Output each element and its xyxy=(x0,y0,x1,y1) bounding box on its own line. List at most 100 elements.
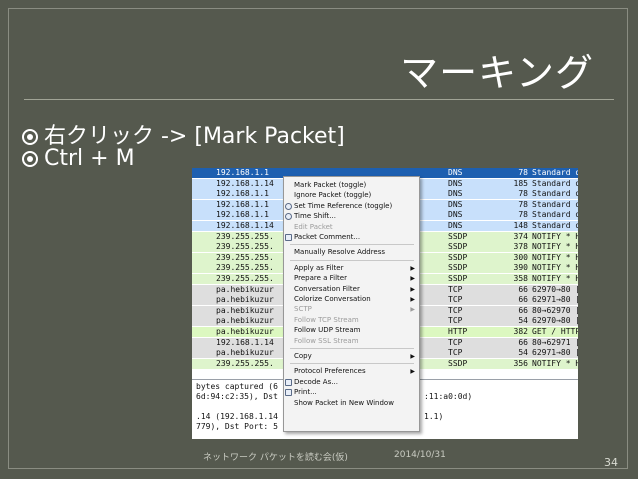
bullet-text: Ctrl + M xyxy=(44,146,135,171)
packet-len-cell: 390 xyxy=(513,263,528,273)
menu-item-follow-tcp-stream: Follow TCP Stream xyxy=(284,315,419,326)
bullet-item: Ctrl + M xyxy=(22,146,135,171)
menu-item-label: Packet Comment... xyxy=(294,233,361,241)
packet-src-cell: 239.255.255. xyxy=(216,263,274,273)
packet-src-cell: pa.hebikuzur xyxy=(216,327,274,336)
packet-src-cell: 239.255.255. xyxy=(216,242,274,252)
packet-src-cell: 192.168.1.14 xyxy=(216,337,274,347)
menu-item-label: Ignore Packet (toggle) xyxy=(294,191,372,200)
menu-item-label: Manually Resolve Address xyxy=(294,248,386,257)
menu-item-apply-as-filter[interactable]: Apply as Filter ▶ xyxy=(284,263,419,274)
packet-proto-cell: TCP xyxy=(448,284,463,294)
menu-item-label: Prepare a Filter xyxy=(294,274,347,283)
submenu-arrow-icon: ▶ xyxy=(410,285,415,293)
clock-icon xyxy=(285,213,292,221)
detail-line: bytes captured (6 xyxy=(196,382,278,391)
packet-info-cell: 62970→80 [SY xyxy=(532,284,578,294)
packet-src-cell: pa.hebikuzur xyxy=(216,316,274,326)
packet-src-cell: pa.hebikuzur xyxy=(216,295,274,305)
packet-len-cell: 66 xyxy=(518,284,528,294)
packet-len-cell: 300 xyxy=(513,252,528,262)
detail-line: 1.1) xyxy=(424,412,444,421)
menu-item-prepare-a-filter[interactable]: Prepare a Filter ▶ xyxy=(284,273,419,284)
packet-len-cell: 78 xyxy=(518,199,528,209)
packet-len-cell: 382 xyxy=(513,327,528,336)
packet-info-cell: Standard que xyxy=(532,210,578,220)
submenu-arrow-icon: ▶ xyxy=(410,368,415,376)
packet-proto-cell: SSDP xyxy=(448,263,468,273)
slide-title: マーキング xyxy=(400,51,594,95)
packet-src-cell: 239.255.255. xyxy=(216,358,274,368)
detail-line: 6d:94:c2:35), Dst xyxy=(196,392,278,401)
menu-item-ignore-packet-toggle[interactable]: Ignore Packet (toggle) xyxy=(284,190,419,201)
page-number: 34 xyxy=(604,456,618,469)
menu-item-copy[interactable]: Copy ▶ xyxy=(284,351,419,362)
detail-line: .14 (192.168.1.14 xyxy=(196,412,278,421)
packet-info-cell: Standard que xyxy=(532,168,578,177)
packet-proto-cell: DNS xyxy=(448,178,463,188)
menu-item-print[interactable]: Print... xyxy=(284,387,419,398)
packet-proto-cell: DNS xyxy=(448,168,463,177)
submenu-arrow-icon: ▶ xyxy=(410,264,415,272)
packet-info-cell: NOTIFY * HTT xyxy=(532,263,578,273)
packet-src-cell: 239.255.255. xyxy=(216,231,274,241)
menu-item-label: Show Packet in New Window xyxy=(294,398,394,407)
menu-item-show-packet-in-new-window[interactable]: Show Packet in New Window xyxy=(284,398,419,409)
packet-len-cell: 78 xyxy=(518,168,528,177)
menu-item-set-time-reference-toggle[interactable]: Set Time Reference (toggle) xyxy=(284,201,419,212)
packet-len-cell: 358 xyxy=(513,274,528,283)
menu-item-label: SCTP xyxy=(294,305,312,314)
menu-item-decode-as[interactable]: Decode As... xyxy=(284,377,419,388)
packet-proto-cell: TCP xyxy=(448,348,463,358)
packet-src-cell: 192.168.1.14 xyxy=(216,221,274,230)
bullet-icon xyxy=(22,129,38,145)
packet-info-cell: NOTIFY * HTT xyxy=(532,358,578,368)
packet-src-cell: 192.168.1.14 xyxy=(216,178,274,188)
menu-item-protocol-preferences[interactable]: Protocol Preferences ▶ xyxy=(284,366,419,377)
menu-item-mark-packet-toggle[interactable]: Mark Packet (toggle) xyxy=(284,180,419,191)
comment-icon xyxy=(285,234,292,241)
detail-line: :11:a0:0d) xyxy=(424,392,473,401)
clock-icon xyxy=(285,202,292,210)
packet-info-cell: NOTIFY * HTT xyxy=(532,242,578,252)
menu-item-follow-udp-stream[interactable]: Follow UDP Stream xyxy=(284,325,419,336)
packet-proto-cell: SSDP xyxy=(448,274,468,283)
packet-proto-cell: DNS xyxy=(448,210,463,220)
packet-len-cell: 374 xyxy=(513,231,528,241)
menu-item-label: Copy xyxy=(294,352,312,360)
menu-item-follow-ssl-stream: Follow SSL Stream xyxy=(284,336,419,347)
packet-info-cell: NOTIFY * HTT xyxy=(532,274,578,283)
menu-separator xyxy=(290,244,414,246)
footer-event: ネットワーク パケットを読む会(仮) xyxy=(203,453,348,463)
packet-info-cell: 62970→80 [AC xyxy=(532,316,578,326)
packet-src-cell: pa.hebikuzur xyxy=(216,305,274,315)
packet-src-cell: pa.hebikuzur xyxy=(216,284,274,294)
packet-info-cell: 80→62971 [SY xyxy=(532,337,578,347)
menu-item-sctp: SCTP ▶ xyxy=(284,304,419,315)
decode-icon xyxy=(285,378,292,386)
submenu-arrow-icon: ▶ xyxy=(410,306,415,314)
menu-item-label: Apply as Filter xyxy=(294,263,344,272)
packet-info-cell: Standard que xyxy=(532,178,578,188)
menu-item-label: Time Shift... xyxy=(294,212,336,221)
packet-len-cell: 66 xyxy=(518,337,528,347)
menu-item-packet-comment[interactable]: Packet Comment... xyxy=(284,232,419,243)
packet-src-cell: 192.168.1.1 xyxy=(216,168,269,177)
menu-item-colorize-conversation[interactable]: Colorize Conversation ▶ xyxy=(284,294,419,305)
packet-len-cell: 148 xyxy=(513,221,528,230)
menu-item-edit-packet: Edit Packet xyxy=(284,222,419,233)
packet-info-cell: 62971→80 [SY xyxy=(532,295,578,305)
packet-proto-cell: SSDP xyxy=(448,358,468,368)
packet-info-cell: Standard que xyxy=(532,199,578,209)
packet-src-cell: 239.255.255. xyxy=(216,274,274,283)
menu-item-time-shift[interactable]: Time Shift... xyxy=(284,211,419,222)
packet-proto-cell: SSDP xyxy=(448,242,468,252)
packet-len-cell: 66 xyxy=(518,305,528,315)
menu-item-label: Edit Packet xyxy=(294,222,333,231)
menu-item-label: Protocol Preferences xyxy=(294,367,366,376)
menu-item-manually-resolve-address[interactable]: Manually Resolve Address xyxy=(284,247,419,258)
packet-info-cell: Standard que xyxy=(532,189,578,199)
menu-item-conversation-filter[interactable]: Conversation Filter ▶ xyxy=(284,284,419,295)
packet-src-cell: 192.168.1.1 xyxy=(216,199,269,209)
packet-len-cell: 356 xyxy=(513,358,528,368)
